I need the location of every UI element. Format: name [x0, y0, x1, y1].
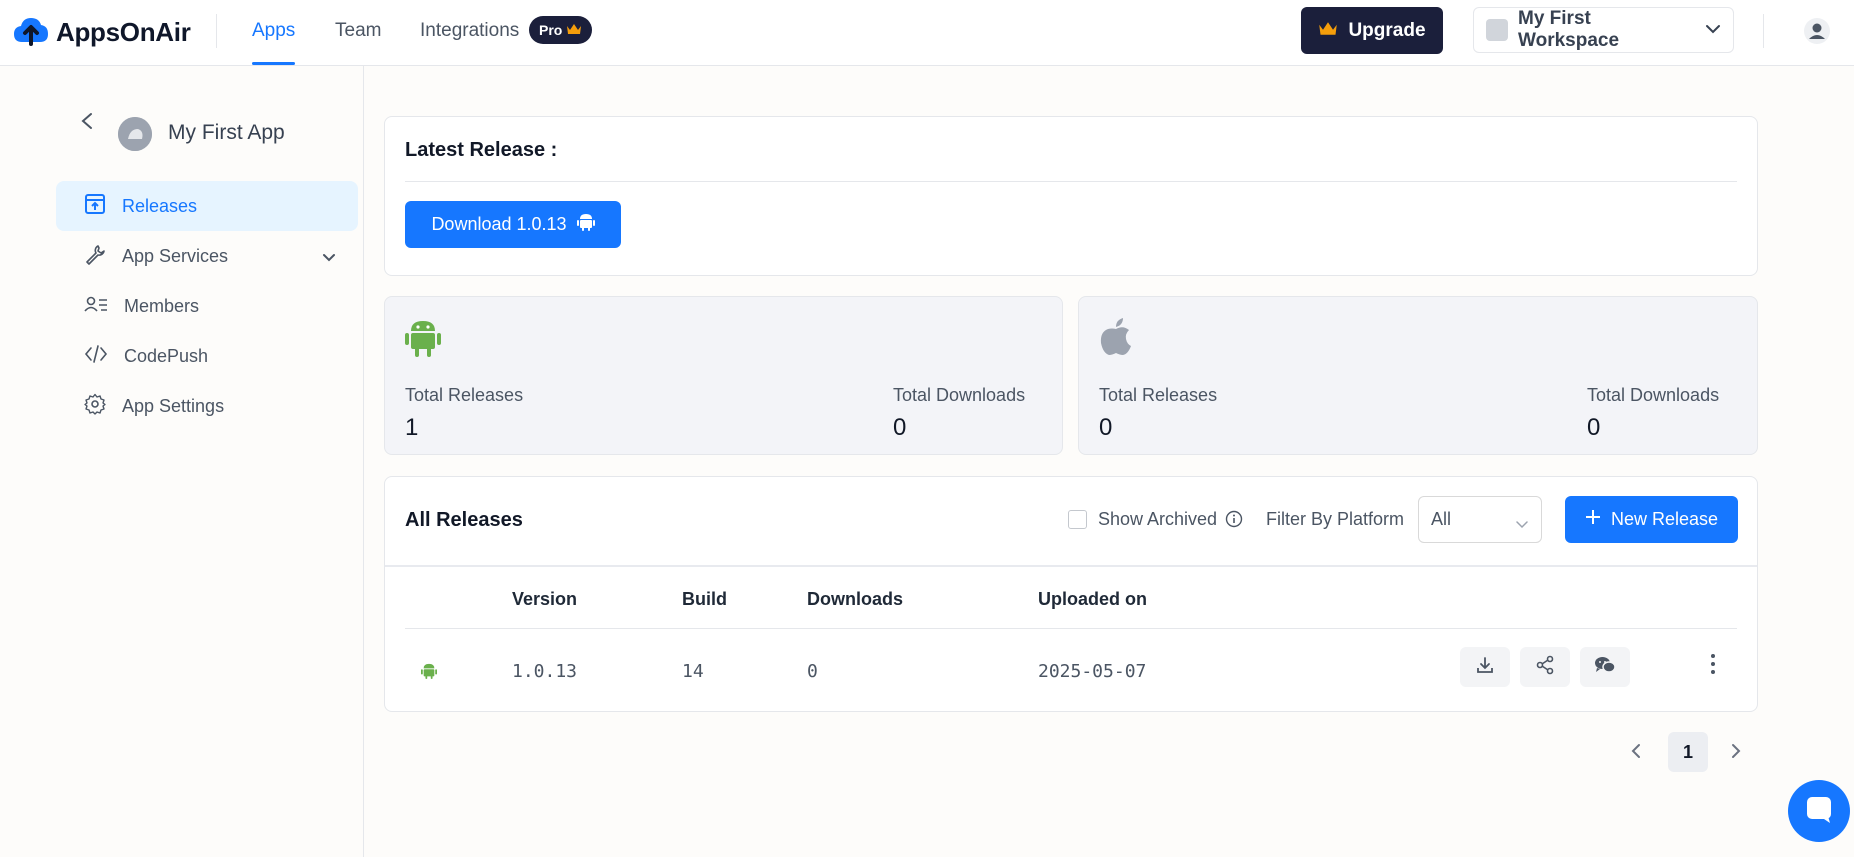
chat-icon — [1804, 794, 1834, 829]
upgrade-label: Upgrade — [1348, 19, 1426, 41]
ios-stats-card: Total Releases 0 Total Downloads 0 — [1078, 296, 1758, 455]
code-icon — [84, 344, 108, 369]
total-releases-value: 0 — [1099, 414, 1113, 441]
user-profile-icon[interactable] — [1803, 17, 1831, 50]
divider — [1763, 14, 1764, 48]
cell-version: 1.0.13 — [512, 661, 578, 682]
download-label: Download 1.0.13 — [431, 214, 567, 234]
apple-icon — [1099, 317, 1133, 362]
wechat-icon — [1594, 655, 1616, 680]
back-arrow-icon[interactable] — [80, 112, 94, 130]
total-downloads-value: 0 — [1587, 414, 1601, 441]
chat-support-button[interactable] — [1788, 780, 1850, 842]
divider — [405, 628, 1737, 629]
chevron-down-icon — [1705, 21, 1721, 39]
wechat-share-button[interactable] — [1580, 647, 1630, 687]
divider — [216, 14, 217, 48]
upload-box-icon — [84, 193, 106, 220]
chevron-down-icon — [322, 247, 336, 268]
sidebar-item-label: App Services — [122, 245, 229, 266]
download-icon — [1475, 655, 1495, 680]
show-archived-label: Show Archived — [1098, 509, 1218, 529]
tab-apps[interactable]: Apps — [252, 20, 295, 42]
android-icon — [576, 212, 595, 237]
show-archived-checkbox[interactable] — [1068, 510, 1087, 529]
total-releases-label: Total Releases — [1099, 385, 1218, 405]
tab-integrations[interactable]: Integrations — [420, 20, 519, 42]
platform-filter-select[interactable]: All — [1418, 496, 1542, 543]
members-list-icon — [84, 294, 108, 319]
sidebar-item-releases[interactable]: Releases — [56, 181, 358, 231]
pro-badge-label: Pro — [539, 22, 563, 38]
all-releases-title: All Releases — [405, 509, 523, 531]
total-downloads-value: 0 — [893, 414, 907, 441]
download-release-button[interactable] — [1460, 647, 1510, 687]
gear-icon — [84, 393, 106, 420]
cloud-upload-logo-icon — [12, 14, 50, 51]
crown-icon — [566, 22, 582, 38]
sidebar-item-label: App Settings — [122, 395, 225, 416]
brand-name: AppsOnAir — [56, 17, 191, 47]
tab-team[interactable]: Team — [335, 20, 381, 42]
info-icon[interactable] — [1225, 510, 1243, 533]
latest-release-title: Latest Release : — [405, 139, 558, 161]
pagination-next-icon[interactable] — [1730, 742, 1742, 765]
cell-downloads: 0 — [807, 661, 818, 682]
divider — [405, 181, 1737, 182]
top-navigation-bar: AppsOnAir Apps Team Integrations Pro Upg… — [0, 0, 1854, 66]
column-header-uploaded-on[interactable]: Uploaded on — [1038, 589, 1147, 610]
workspace-name: My First Workspace — [1518, 8, 1620, 51]
sidebar-item-app-settings[interactable]: App Settings — [56, 381, 358, 431]
android-stats-card: Total Releases 1 Total Downloads 0 — [384, 296, 1063, 455]
total-releases-value: 1 — [405, 414, 419, 441]
share-icon — [1535, 655, 1555, 680]
column-header-downloads[interactable]: Downloads — [807, 589, 903, 610]
brand-logo[interactable]: AppsOnAir — [12, 14, 191, 51]
pro-badge: Pro — [529, 16, 593, 44]
filter-by-platform-label: Filter By Platform — [1266, 509, 1405, 529]
sidebar-item-label: CodePush — [124, 345, 209, 366]
app-name: My First App — [168, 121, 285, 144]
chevron-down-icon — [1515, 514, 1529, 535]
pagination-prev-icon[interactable] — [1630, 742, 1642, 765]
column-header-version[interactable]: Version — [512, 589, 577, 610]
android-icon — [405, 317, 441, 364]
crown-icon — [1318, 20, 1338, 42]
platform-filter-value: All — [1431, 509, 1452, 529]
more-options-icon[interactable] — [1710, 653, 1716, 680]
latest-release-card: Latest Release : Download 1.0.13 — [384, 116, 1758, 276]
android-icon — [421, 662, 437, 685]
total-releases-label: Total Releases — [405, 385, 524, 405]
pagination-page[interactable]: 1 — [1668, 732, 1708, 772]
new-release-button[interactable]: New Release — [1565, 496, 1738, 543]
cell-build: 14 — [682, 661, 704, 682]
all-releases-card: All Releases Show Archived Filter By Pla… — [384, 476, 1758, 712]
download-latest-button[interactable]: Download 1.0.13 — [405, 201, 621, 248]
new-release-label: New Release — [1610, 509, 1719, 529]
column-header-build[interactable]: Build — [682, 589, 727, 610]
divider — [385, 565, 1757, 567]
active-tab-indicator — [252, 62, 295, 65]
cell-uploaded-on: 2025-05-07 — [1038, 661, 1147, 682]
sidebar-item-members[interactable]: Members — [56, 281, 358, 331]
total-downloads-label: Total Downloads — [1587, 385, 1720, 405]
workspace-avatar — [1486, 19, 1508, 41]
sidebar-item-app-services[interactable]: App Services — [56, 231, 358, 281]
upgrade-button[interactable]: Upgrade — [1301, 7, 1443, 54]
app-avatar — [118, 117, 152, 151]
workspace-selector[interactable]: My First Workspace — [1473, 7, 1734, 53]
sidebar-item-label: Members — [124, 295, 200, 316]
plus-icon — [1585, 509, 1601, 530]
sidebar-item-label: Releases — [122, 195, 198, 216]
total-downloads-label: Total Downloads — [893, 385, 1026, 405]
share-release-button[interactable] — [1520, 647, 1570, 687]
wrench-icon — [84, 243, 106, 270]
sidebar-item-codepush[interactable]: CodePush — [56, 331, 358, 381]
